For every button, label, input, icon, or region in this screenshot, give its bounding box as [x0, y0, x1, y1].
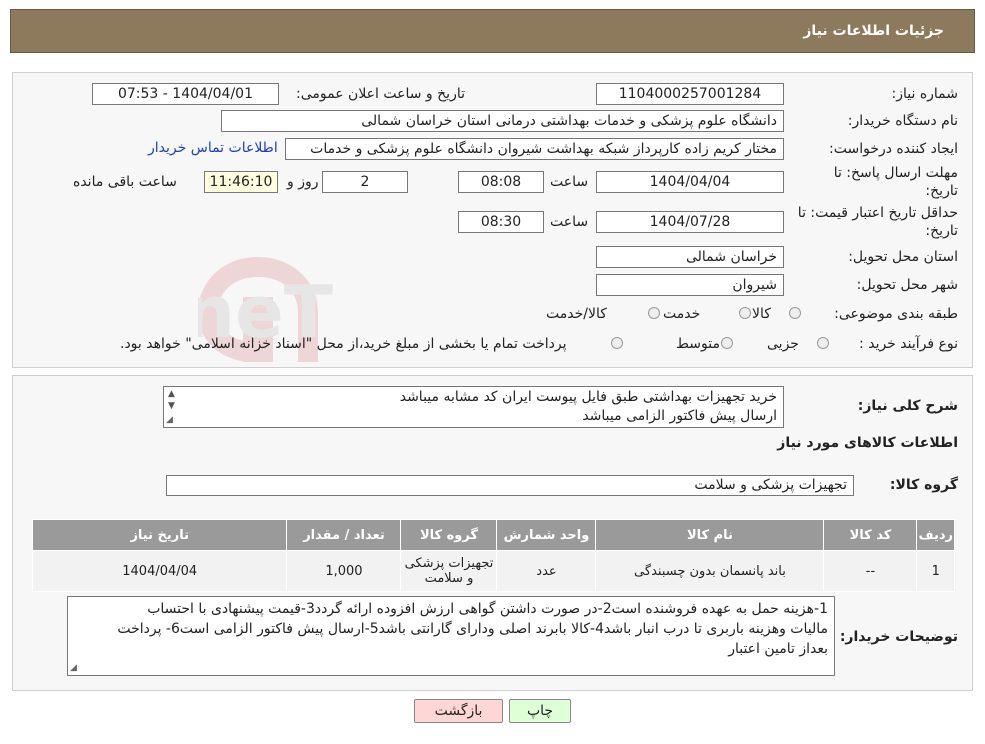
validity-date-field: 1404/07/28: [596, 211, 784, 233]
process-label: نوع فرآیند خرید :: [859, 336, 958, 352]
cell-qty: 1,000: [286, 550, 402, 592]
resize-grip-icon[interactable]: ◢: [70, 663, 77, 673]
cell-date: 1404/04/04: [31, 550, 288, 592]
deadline-date-field: 1404/04/04: [596, 171, 784, 193]
category-radio-goods[interactable]: [789, 307, 801, 319]
remaining-time-field: 11:46:10: [204, 171, 278, 193]
category-label: طبقه بندی موضوعی:: [834, 306, 958, 322]
back-button[interactable]: بازگشت: [414, 699, 503, 723]
announce-field: 1404/04/01 - 07:53: [92, 83, 279, 105]
col-code: کد کالا: [823, 519, 918, 551]
cell-unit: عدد: [496, 550, 597, 592]
category-option-service: خدمت: [663, 306, 701, 322]
description-textarea[interactable]: خرید تجهیزات بهداشتی طبق فایل پیوست ایرا…: [163, 386, 784, 428]
col-date: تاریخ نیاز: [31, 519, 288, 551]
process-radio-medium[interactable]: [721, 337, 733, 349]
description-label: شرح کلی نیاز:: [857, 398, 958, 414]
col-name: نام کالا: [595, 519, 825, 551]
process-option-minor: جزیی: [767, 336, 799, 352]
description-line-1: خرید تجهیزات بهداشتی طبق فایل پیوست ایرا…: [399, 389, 777, 405]
need-number-label: شماره نیاز:: [891, 86, 959, 102]
col-unit: واحد شمارش: [496, 519, 597, 551]
province-label: استان محل تحویل:: [848, 249, 958, 265]
cell-group: تجهیزات پزشکی و سلامت: [400, 550, 498, 592]
deadline-time-field: 08:08: [458, 171, 544, 193]
cell-name: باند پانسمان بدون چسبندگی: [595, 550, 825, 592]
cell-code: --: [823, 550, 918, 592]
process-note: پرداخت تمام یا بخشی از مبلغ خرید،از محل …: [120, 336, 567, 352]
need-number-field: 1104000257001284: [596, 83, 784, 105]
city-label: شهر محل تحویل:: [856, 277, 958, 293]
description-line-2: ارسال پیش فاکتور الزامی میباشد: [582, 408, 777, 424]
creator-field: مختار کریم زاده کارپرداز شبکه بهداشت شیر…: [285, 138, 784, 160]
remaining-label: ساعت باقی مانده: [73, 174, 177, 190]
contact-info-link[interactable]: اطلاعات تماس خریدار: [148, 140, 278, 156]
resize-grip-icon[interactable]: ◢: [166, 415, 173, 425]
print-button[interactable]: چاپ: [509, 699, 571, 723]
buyer-notes-line-3: بعداز تامین اعتبار: [728, 641, 828, 657]
process-radio-minor[interactable]: [817, 337, 829, 349]
col-qty: تعداد / مقدار: [286, 519, 402, 551]
cell-row: 1: [916, 550, 955, 592]
goods-group-field: تجهیزات پزشکی و سلامت: [166, 475, 854, 496]
validity-label-date: تاریخ:: [925, 223, 958, 239]
days-remaining-field: 2: [322, 171, 408, 193]
table-row: 1 -- باند پانسمان بدون چسبندگی عدد تجهیز…: [31, 550, 955, 592]
province-field: خراسان شمالی: [596, 246, 784, 268]
buyer-org-label: نام دستگاه خریدار:: [847, 113, 958, 129]
deadline-label-date: تاریخ:: [925, 183, 958, 199]
goods-group-label: گروه کالا:: [889, 477, 958, 493]
category-radio-service[interactable]: [739, 307, 751, 319]
scroll-up-icon[interactable]: ▲: [168, 389, 175, 399]
category-option-goods: کالا: [752, 306, 771, 322]
category-radio-goods-service[interactable]: [648, 307, 660, 319]
validity-time-label: ساعت: [550, 214, 589, 230]
goods-table: ردیف کد کالا نام کالا واحد شمارش گروه کا…: [31, 519, 955, 592]
city-field: شیروان: [596, 274, 784, 296]
buyer-notes-line-1: 1-هزینه حمل به عهده فروشنده است2-در صورت…: [147, 601, 828, 617]
col-group: گروه کالا: [400, 519, 498, 551]
page-title: جزئیات اطلاعات نیاز: [803, 23, 944, 39]
process-option-medium: متوسط: [676, 336, 720, 352]
process-radio-treasury[interactable]: [611, 337, 623, 349]
goods-section-title: اطلاعات کالاهای مورد نیاز: [777, 435, 958, 451]
page-header: جزئیات اطلاعات نیاز: [10, 9, 975, 53]
col-row: ردیف: [916, 519, 955, 551]
goods-table-header: ردیف کد کالا نام کالا واحد شمارش گروه کا…: [31, 519, 955, 551]
category-option-goods-service: کالا/خدمت: [546, 306, 607, 322]
deadline-time-label: ساعت: [550, 174, 589, 190]
announce-label: تاریخ و ساعت اعلان عمومی:: [296, 86, 465, 102]
days-label: روز و: [287, 174, 319, 190]
buyer-org-field: دانشگاه علوم پزشکی و خدمات بهداشتی درمان…: [221, 110, 784, 132]
buyer-notes-textarea[interactable]: 1-هزینه حمل به عهده فروشنده است2-در صورت…: [67, 596, 835, 676]
scroll-down-icon[interactable]: ▼: [168, 401, 175, 411]
buyer-notes-line-2: مالیات وهزینه باربری تا درب انبار باشد4-…: [117, 621, 828, 637]
buyer-notes-label: توضیحات خریدار:: [839, 629, 958, 645]
creator-label: ایجاد کننده درخواست:: [829, 141, 958, 157]
validity-time-field: 08:30: [458, 211, 544, 233]
deadline-label: مهلت ارسال پاسخ: تا: [833, 165, 958, 181]
validity-label: حداقل تاریخ اعتبار قیمت: تا: [797, 205, 958, 221]
